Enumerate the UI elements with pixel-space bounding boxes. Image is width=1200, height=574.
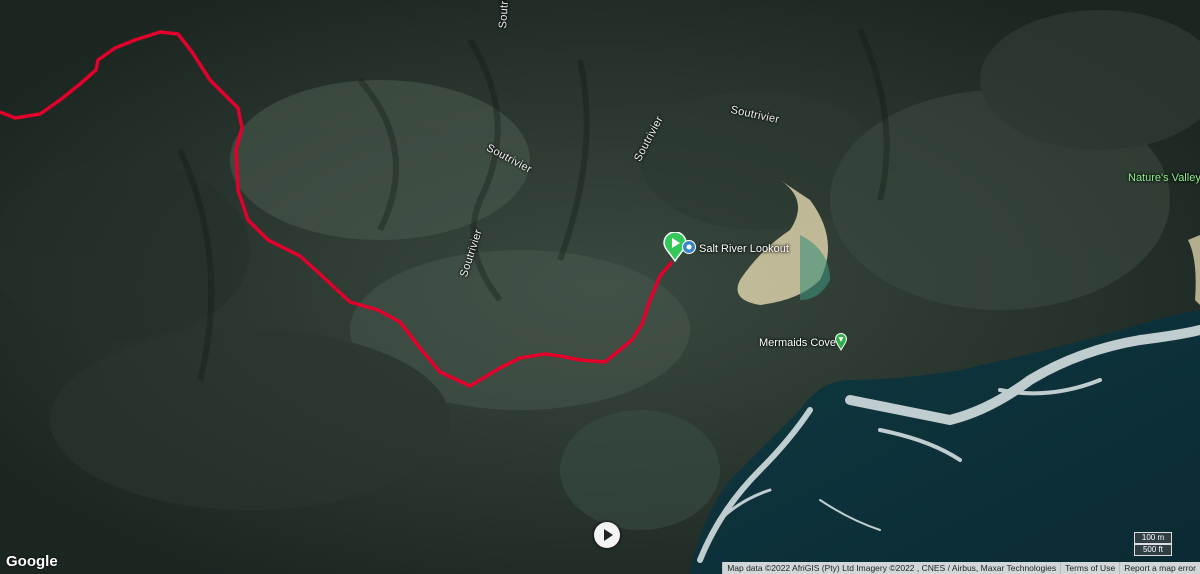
play-button-icon <box>604 529 613 541</box>
map-view[interactable]: Soutrivier Soutrivier Soutrivier Soutriv… <box>0 0 1200 574</box>
attribution-bar: Map data ©2022 AfriGIS (Pty) Ltd Imagery… <box>722 562 1200 574</box>
scale-bar[interactable]: 100 m 500 ft <box>1134 532 1172 556</box>
scale-metric: 100 m <box>1134 532 1172 544</box>
natures-valley-label[interactable]: Nature's Valley <box>1128 172 1200 184</box>
viewpoint-icon[interactable] <box>682 240 696 259</box>
satellite-imagery <box>0 0 1200 574</box>
report-map-error-link[interactable]: Report a map error <box>1119 562 1200 574</box>
salt-river-lookout-label[interactable]: Salt River Lookout <box>699 243 789 255</box>
google-logo: Google <box>6 553 58 570</box>
map-data-attribution: Map data ©2022 AfriGIS (Pty) Ltd Imagery… <box>722 562 1061 574</box>
mermaids-cove-label[interactable]: Mermaids Cove <box>759 337 836 349</box>
scale-imperial: 500 ft <box>1134 544 1172 556</box>
place-pin-icon[interactable] <box>834 333 848 356</box>
terms-of-use-link[interactable]: Terms of Use <box>1060 562 1120 574</box>
play-button[interactable] <box>594 522 620 548</box>
